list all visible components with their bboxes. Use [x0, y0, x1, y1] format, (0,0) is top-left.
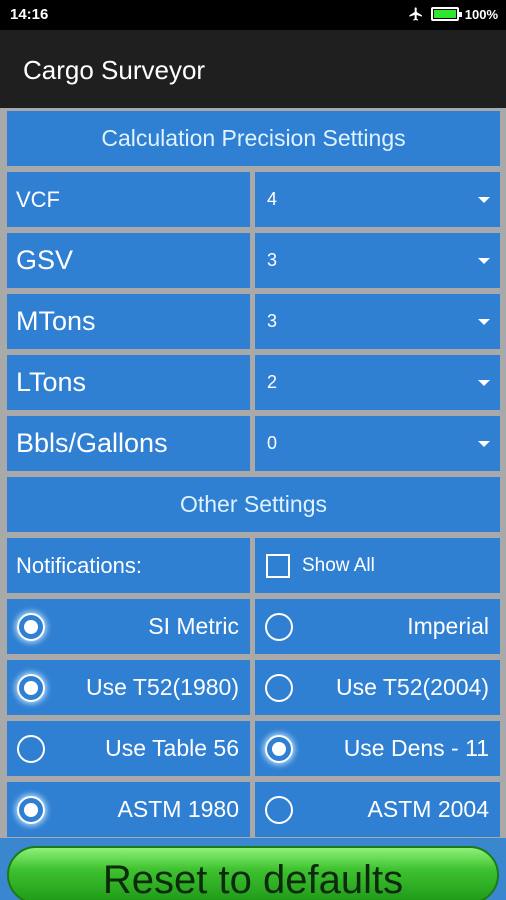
show-all-label: Show All — [302, 554, 375, 576]
radio-selected-icon[interactable] — [17, 795, 45, 824]
use-t52-2004-option[interactable]: Use T52(2004) — [255, 660, 500, 715]
ltons-value: 2 — [267, 372, 278, 392]
use-table-56-option[interactable]: Use Table 56 — [7, 721, 250, 776]
app-title: Cargo Surveyor — [23, 55, 206, 85]
use-dens-11-label: Use Dens - 11 — [343, 735, 489, 761]
battery-icon — [430, 7, 462, 21]
vcf-value: 4 — [267, 189, 278, 209]
bbls-gallons-value: 0 — [267, 433, 278, 453]
vcf-label-text: VCF — [16, 186, 60, 212]
vcf-label: VCF — [7, 172, 250, 227]
mtons-label: MTons — [7, 294, 250, 349]
chevron-down-icon — [478, 318, 490, 325]
show-all-checkbox[interactable] — [266, 553, 290, 578]
notifications-label: Notifications: — [7, 538, 250, 593]
battery-level: 100% — [464, 6, 498, 22]
airplane-icon — [409, 7, 422, 21]
mtons-select[interactable]: 3 — [255, 294, 500, 349]
gsv-label: GSV — [7, 233, 250, 288]
radio-selected-icon[interactable] — [17, 673, 45, 702]
other-settings-header: Other Settings — [7, 477, 500, 532]
status-time: 14:16 — [10, 6, 49, 23]
astm-2004-label: ASTM 2004 — [367, 796, 489, 822]
gsv-value: 3 — [267, 250, 278, 270]
astm-1980-label: ASTM 1980 — [117, 796, 239, 822]
ltons-label-text: LTons — [16, 367, 87, 397]
chevron-down-icon — [478, 196, 490, 203]
gsv-label-text: GSV — [16, 245, 74, 275]
chevron-down-icon — [478, 257, 490, 264]
use-t52-1980-option[interactable]: Use T52(1980) — [7, 660, 250, 715]
si-metric-label: SI Metric — [148, 613, 239, 639]
notifications-label-text: Notifications: — [16, 552, 142, 578]
radio-unselected-icon[interactable] — [265, 795, 293, 824]
ltons-label: LTons — [7, 355, 250, 410]
use-table-56-label: Use Table 56 — [105, 735, 239, 761]
precision-header-label: Calculation Precision Settings — [101, 125, 406, 151]
other-header-label: Other Settings — [179, 491, 328, 517]
reset-button-label: Reset to defaults — [102, 858, 404, 900]
app-bar: Cargo Surveyor — [0, 30, 506, 108]
radio-unselected-icon[interactable] — [265, 673, 293, 702]
gsv-select[interactable]: 3 — [255, 233, 500, 288]
imperial-option[interactable]: Imperial — [255, 599, 500, 654]
use-t52-2004-label: Use T52(2004) — [336, 674, 489, 700]
mtons-label-text: MTons — [16, 306, 96, 336]
reset-button-area: Reset to defaults — [0, 838, 506, 900]
ltons-select[interactable]: 2 — [255, 355, 500, 410]
chevron-down-icon — [478, 379, 490, 386]
radio-selected-icon[interactable] — [17, 612, 45, 641]
radio-selected-icon[interactable] — [265, 734, 293, 763]
chevron-down-icon — [478, 440, 490, 447]
si-metric-option[interactable]: SI Metric — [7, 599, 250, 654]
bbls-gallons-label: Bbls/Gallons — [7, 416, 250, 471]
use-t52-1980-label: Use T52(1980) — [86, 674, 239, 700]
settings-grid: Calculation Precision Settings VCF 4 GSV… — [0, 108, 506, 900]
status-icons: 100% — [407, 6, 498, 22]
use-dens-11-option[interactable]: Use Dens - 11 — [255, 721, 500, 776]
imperial-label: Imperial — [407, 613, 489, 639]
radio-unselected-icon[interactable] — [265, 612, 293, 641]
radio-unselected-icon[interactable] — [17, 734, 45, 763]
bbls-gallons-select[interactable]: 0 — [255, 416, 500, 471]
reset-to-defaults-button[interactable]: Reset to defaults — [7, 846, 499, 900]
precision-section-header: Calculation Precision Settings — [7, 111, 500, 166]
status-bar: 14:16 100% — [0, 0, 506, 30]
mtons-value: 3 — [267, 311, 278, 331]
astm-2004-option[interactable]: ASTM 2004 — [255, 782, 500, 837]
bbls-gallons-label-text: Bbls/Gallons — [16, 428, 168, 458]
show-all-checkbox-row[interactable]: Show All — [255, 538, 500, 593]
astm-1980-option[interactable]: ASTM 1980 — [7, 782, 250, 837]
vcf-select[interactable]: 4 — [255, 172, 500, 227]
